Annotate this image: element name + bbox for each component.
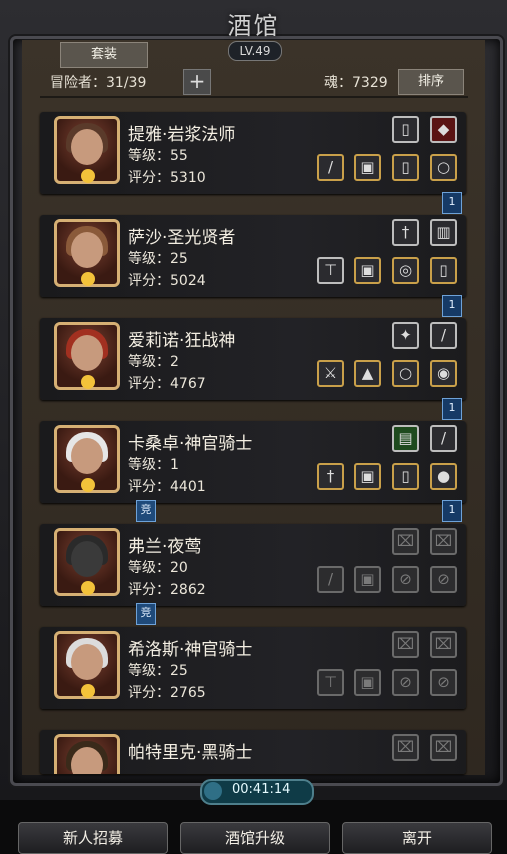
hero-name: 弗兰·夜莺 xyxy=(128,537,202,557)
hero-name: 帕特里克·黑骑士 xyxy=(128,743,253,763)
ring-icon[interactable]: ○ xyxy=(392,360,419,387)
empty-ring-icon[interactable]: ⊘ xyxy=(392,566,419,593)
hero-card[interactable]: 弗兰·夜莺 等级：20 评分：2862 ⌧ ⌧ / ▣ ⊘ ⊘ xyxy=(40,524,466,606)
hero-name: 希洛斯·神官骑士 xyxy=(128,640,253,660)
boots-icon[interactable]: ▯ xyxy=(392,154,419,181)
potion-icon[interactable]: ● xyxy=(430,463,457,490)
armor-icon[interactable]: ▣ xyxy=(354,257,381,284)
moon-icon xyxy=(81,478,95,492)
leave-button[interactable]: 离开 xyxy=(342,822,492,854)
amulet-icon[interactable]: † xyxy=(392,219,419,246)
hero-card[interactable]: 提雅·岩浆法师 等级：55 评分：5310 ▯ ◆ / ▣ ▯ ○ xyxy=(40,112,466,194)
timer: 00:41:14 xyxy=(200,779,314,805)
hero-score: 评分：5024 xyxy=(128,273,206,289)
empty-slot-icon[interactable]: ⌧ xyxy=(430,631,457,658)
arena-badge: 竞 xyxy=(136,603,156,625)
ring-icon[interactable]: ○ xyxy=(430,154,457,181)
hero-portrait xyxy=(54,322,120,390)
book-icon[interactable]: ▯ xyxy=(392,116,419,143)
hero-portrait xyxy=(54,116,120,184)
header-divider xyxy=(40,96,468,98)
moon-icon xyxy=(81,684,95,698)
empty-slot-icon[interactable]: ⌧ xyxy=(392,528,419,555)
bracer-icon[interactable]: ◎ xyxy=(392,257,419,284)
moon-icon xyxy=(81,375,95,389)
moon-icon xyxy=(81,581,95,595)
hero-level: 等级：1 xyxy=(128,457,179,473)
helmet-icon[interactable]: ▲ xyxy=(354,360,381,387)
sword-icon[interactable]: / xyxy=(430,425,457,452)
hero-score: 评分：2765 xyxy=(128,685,206,701)
gem-icon[interactable]: ◆ xyxy=(430,116,457,143)
hero-score: 评分：4401 xyxy=(128,479,206,495)
hero-name: 卡桑卓·神官骑士 xyxy=(128,434,253,454)
boots-icon[interactable]: ▯ xyxy=(430,257,457,284)
hero-level: 等级：25 xyxy=(128,663,188,679)
hero-level: 等级：20 xyxy=(128,560,188,576)
shield-icon[interactable]: ▥ xyxy=(430,219,457,246)
page-title: 酒馆 xyxy=(227,12,280,40)
hero-card[interactable]: 萨沙·圣光贤者 等级：25 评分：5024 † ▥ ⊤ ▣ ◎ ▯ xyxy=(40,215,466,297)
hero-portrait xyxy=(54,734,120,774)
emblem-icon[interactable]: ✦ xyxy=(392,322,419,349)
mask-icon[interactable]: ◉ xyxy=(430,360,457,387)
empty-weapon-icon[interactable]: ⊤ xyxy=(317,669,344,696)
armor-icon[interactable]: ▣ xyxy=(354,463,381,490)
hero-score: 评分：4767 xyxy=(128,376,206,392)
timer-text: 00:41:14 xyxy=(232,782,291,797)
empty-ring-icon[interactable]: ⊘ xyxy=(430,566,457,593)
empty-ring-icon[interactable]: ⊘ xyxy=(392,669,419,696)
hero-score: 评分：2862 xyxy=(128,582,206,598)
soul-count: 魂：7329 xyxy=(324,75,388,91)
moon-icon xyxy=(81,272,95,286)
empty-slot-icon[interactable]: ⌧ xyxy=(392,631,419,658)
scroll-icon[interactable]: ▤ xyxy=(392,425,419,452)
empty-armor-icon[interactable]: ▣ xyxy=(354,566,381,593)
hero-name: 提雅·岩浆法师 xyxy=(128,125,236,145)
suit-button[interactable]: 套装 xyxy=(60,42,148,68)
hero-portrait xyxy=(54,631,120,699)
empty-slot-icon[interactable]: ⌧ xyxy=(430,734,457,761)
hero-level: 等级：55 xyxy=(128,148,188,164)
armor-icon[interactable]: ▣ xyxy=(354,154,381,181)
rank-badge: 1 xyxy=(442,398,462,420)
add-adventurer-button[interactable]: + xyxy=(183,69,211,95)
mace-icon[interactable]: † xyxy=(317,463,344,490)
hero-level: 等级：2 xyxy=(128,354,179,370)
rank-badge: 1 xyxy=(442,500,462,522)
hero-portrait xyxy=(54,528,120,596)
hero-card[interactable]: 爱莉诺·狂战神 等级：2 评分：4767 ✦ / ⚔ ▲ ○ ◉ xyxy=(40,318,466,400)
hero-card[interactable]: 希洛斯·神官骑士 等级：25 评分：2765 ⌧ ⌧ ⊤ ▣ ⊘ ⊘ xyxy=(40,627,466,709)
empty-weapon-icon[interactable]: / xyxy=(317,566,344,593)
empty-slot-icon[interactable]: ⌧ xyxy=(392,734,419,761)
axe-icon[interactable]: ⚔ xyxy=(317,360,344,387)
staff-icon[interactable]: / xyxy=(317,154,344,181)
arena-badge: 竞 xyxy=(136,500,156,522)
empty-ring-icon[interactable]: ⊘ xyxy=(430,669,457,696)
tavern-level: LV.49 xyxy=(228,41,282,61)
hero-name: 萨沙·圣光贤者 xyxy=(128,228,236,248)
empty-slot-icon[interactable]: ⌧ xyxy=(430,528,457,555)
recruit-button[interactable]: 新人招募 xyxy=(18,822,168,854)
sort-button[interactable]: 排序 xyxy=(398,69,464,95)
hero-portrait xyxy=(54,219,120,287)
adventurer-count: 冒险者：31/39 xyxy=(50,75,147,91)
empty-armor-icon[interactable]: ▣ xyxy=(354,669,381,696)
hero-card[interactable]: 帕特里克·黑骑士 ⌧ ⌧ xyxy=(40,730,466,774)
moon-icon xyxy=(81,169,95,183)
hero-name: 爱莉诺·狂战神 xyxy=(128,331,236,351)
hero-score: 评分：5310 xyxy=(128,170,206,186)
rank-badge: 1 xyxy=(442,192,462,214)
hammer-icon[interactable]: ⊤ xyxy=(317,257,344,284)
hero-level: 等级：25 xyxy=(128,251,188,267)
sword-icon[interactable]: / xyxy=(430,322,457,349)
rank-badge: 1 xyxy=(442,295,462,317)
clock-icon xyxy=(204,782,222,800)
boots-icon[interactable]: ▯ xyxy=(392,463,419,490)
hero-card[interactable]: 卡桑卓·神官骑士 等级：1 评分：4401 ▤ / † ▣ ▯ ● xyxy=(40,421,466,503)
hero-portrait xyxy=(54,425,120,493)
upgrade-tavern-button[interactable]: 酒馆升级 xyxy=(180,822,330,854)
